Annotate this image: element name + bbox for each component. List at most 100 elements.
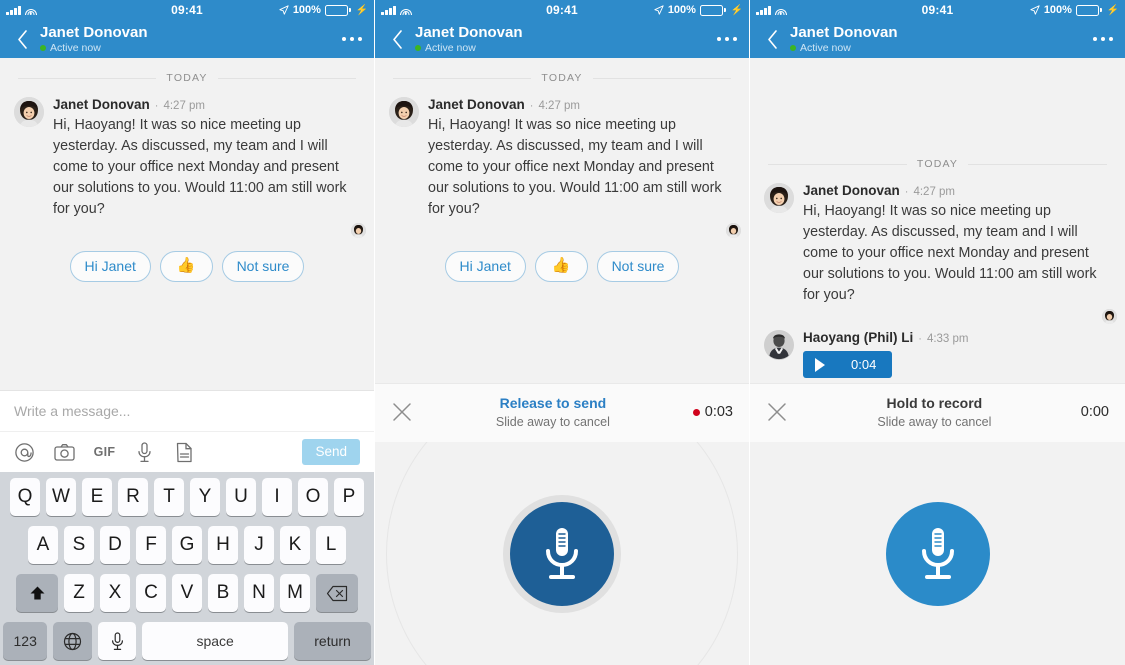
record-microphone-button[interactable]	[510, 501, 614, 606]
avatar[interactable]	[389, 97, 419, 127]
back-chevron-icon[interactable]	[12, 29, 32, 49]
record-overlay: Hold to record Slide away to cancel 0:00	[750, 383, 1125, 665]
file-icon[interactable]	[174, 442, 195, 463]
keyboard-row-1: Q W E R T Y U I O P	[3, 478, 371, 516]
numbers-key[interactable]: 123	[3, 622, 48, 660]
message-header: Janet Donovan · 4:27 pm	[53, 97, 360, 114]
avatar[interactable]	[14, 97, 44, 127]
key-a[interactable]: A	[28, 526, 58, 564]
more-options-icon[interactable]	[716, 31, 737, 48]
key-y[interactable]: Y	[190, 478, 220, 516]
close-icon[interactable]	[766, 401, 788, 423]
seen-avatar	[351, 223, 366, 238]
key-o[interactable]: O	[298, 478, 328, 516]
quick-reply-not-sure[interactable]: Not sure	[596, 251, 680, 282]
quick-reply-not-sure[interactable]: Not sure	[221, 251, 305, 282]
record-timer: 0:00	[1081, 404, 1109, 420]
message-thread: TODAY Janet Donovan · 4:27 pm Hi, Haoyan…	[375, 72, 749, 282]
key-u[interactable]: U	[226, 478, 256, 516]
message-text: Hi, Haoyang! It was so nice meeting up y…	[53, 117, 347, 217]
gif-icon[interactable]: GIF	[94, 442, 115, 463]
key-t[interactable]: T	[154, 478, 184, 516]
shift-arrow-icon[interactable]	[16, 574, 58, 612]
back-chevron-icon[interactable]	[387, 29, 407, 49]
quick-reply-thumbs-up[interactable]: 👍	[159, 251, 213, 282]
key-s[interactable]: S	[64, 526, 94, 564]
quick-reply-hi-janet[interactable]: Hi Janet	[444, 251, 526, 282]
key-c[interactable]: C	[136, 574, 166, 612]
location-arrow-icon	[279, 5, 289, 15]
key-r[interactable]: R	[118, 478, 148, 516]
record-labels: Hold to record Slide away to cancel	[788, 394, 1081, 430]
message-body: Janet Donovan · 4:27 pm Hi, Haoyang! It …	[53, 97, 360, 220]
seen-avatar	[726, 223, 741, 238]
more-options-icon[interactable]	[341, 31, 362, 48]
nav-bar: Janet Donovan Active now	[375, 20, 749, 58]
key-h[interactable]: H	[208, 526, 238, 564]
location-arrow-icon	[1030, 5, 1040, 15]
space-key[interactable]: space	[142, 622, 289, 660]
key-g[interactable]: G	[172, 526, 202, 564]
on-screen-keyboard: Q W E R T Y U I O P A S D F G H J K L Z …	[0, 472, 374, 665]
backspace-icon[interactable]	[316, 574, 358, 612]
record-timer-value: 0:00	[1080, 404, 1109, 420]
nav-title-block[interactable]: Janet Donovan Active now	[40, 24, 148, 54]
microphone-icon[interactable]	[134, 441, 155, 463]
globe-icon[interactable]	[53, 622, 92, 660]
quick-reply-bar: Hi Janet 👍 Not sure	[375, 251, 749, 282]
more-options-icon[interactable]	[1092, 31, 1113, 48]
send-button[interactable]: Send	[302, 439, 360, 465]
message-input-row[interactable]: Write a message...	[0, 390, 374, 431]
nav-title-block[interactable]: Janet Donovan Active now	[790, 24, 898, 54]
quick-reply-thumbs-up[interactable]: 👍	[534, 251, 588, 282]
presence-row: Active now	[40, 42, 148, 54]
close-icon[interactable]	[391, 401, 413, 423]
key-k[interactable]: K	[280, 526, 310, 564]
message-body: Janet Donovan · 4:27 pm Hi, Haoyang! It …	[428, 97, 735, 220]
key-m[interactable]: M	[280, 574, 310, 612]
voice-message-body: Haoyang (Phil) Li · 4:33 pm 0:04	[803, 330, 1111, 378]
key-b[interactable]: B	[208, 574, 238, 612]
message-author: Janet Donovan	[53, 97, 150, 112]
seen-avatar	[1102, 309, 1117, 324]
voice-message-header: Haoyang (Phil) Li · 4:33 pm	[803, 330, 1111, 347]
key-l[interactable]: L	[316, 526, 346, 564]
record-microphone-button[interactable]	[885, 501, 990, 606]
return-key[interactable]: return	[294, 622, 371, 660]
voice-message-player[interactable]: 0:04	[803, 351, 893, 378]
back-chevron-icon[interactable]	[762, 29, 782, 49]
mention-icon[interactable]	[14, 442, 35, 463]
nav-title-block[interactable]: Janet Donovan Active now	[415, 24, 523, 54]
avatar[interactable]	[764, 183, 794, 213]
message-separator: ·	[154, 100, 159, 112]
message-separator: ·	[904, 186, 909, 198]
key-n[interactable]: N	[244, 574, 274, 612]
battery-icon	[324, 4, 351, 16]
quick-reply-hi-janet[interactable]: Hi Janet	[69, 251, 151, 282]
key-z[interactable]: Z	[64, 574, 94, 612]
microphone-icon	[921, 527, 954, 579]
key-v[interactable]: V	[172, 574, 202, 612]
key-j[interactable]: J	[244, 526, 274, 564]
avatar[interactable]	[764, 330, 794, 360]
key-p[interactable]: P	[334, 478, 364, 516]
key-x[interactable]: X	[100, 574, 130, 612]
key-d[interactable]: D	[100, 526, 130, 564]
record-subtitle: Slide away to cancel	[877, 415, 992, 429]
key-f[interactable]: F	[136, 526, 166, 564]
camera-icon[interactable]	[54, 442, 75, 463]
presence-label: Active now	[50, 42, 101, 54]
dictation-microphone-icon[interactable]	[97, 622, 137, 660]
key-i[interactable]: I	[262, 478, 292, 516]
battery-percent: 100%	[292, 4, 321, 16]
message-input-placeholder: Write a message...	[14, 403, 131, 419]
date-divider: TODAY	[375, 72, 749, 84]
key-q[interactable]: Q	[10, 478, 40, 516]
voice-message-author: Haoyang (Phil) Li	[803, 330, 914, 345]
presence-dot-icon	[415, 45, 421, 51]
recording-subtitle: Slide away to cancel	[495, 415, 610, 429]
key-e[interactable]: E	[82, 478, 112, 516]
status-bar: 09:41 100% ⚡	[750, 0, 1125, 20]
battery-percent: 100%	[667, 4, 696, 16]
key-w[interactable]: W	[46, 478, 76, 516]
